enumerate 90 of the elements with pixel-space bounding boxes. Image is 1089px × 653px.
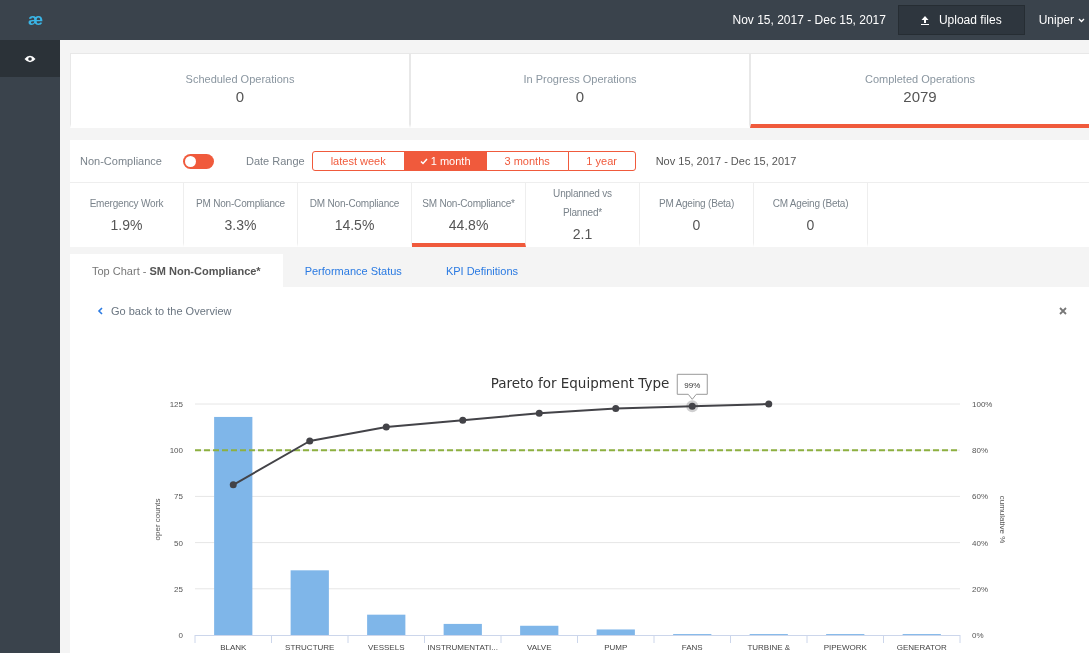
y-axis-tick: 0% xyxy=(972,631,984,640)
kpi-label: Emergency Work xyxy=(89,196,164,211)
line-point xyxy=(535,409,543,417)
kpi-label: PM Non-Compliance xyxy=(196,196,285,211)
chevron-left-icon xyxy=(97,307,103,315)
y-axis-label: cumulative % xyxy=(998,495,1007,544)
bar xyxy=(520,625,559,635)
x-axis-label: BLANK xyxy=(220,643,247,652)
non-compliance-toggle[interactable] xyxy=(182,153,214,169)
x-axis-label: GENERATOR xyxy=(896,643,947,652)
line-point xyxy=(765,400,773,408)
kpi-tile[interactable]: Unplanned vs Planned* 2.1 xyxy=(526,183,640,247)
x-axis-label: VESSELS xyxy=(368,643,405,652)
annotation: 99% xyxy=(684,381,701,391)
kpi-value: 44.8% xyxy=(448,216,489,233)
kpi-label: DM Non-Compliance xyxy=(309,196,400,211)
card-value: 0 xyxy=(235,88,245,105)
line-point xyxy=(306,437,314,445)
card-value: 0 xyxy=(575,88,585,105)
kpi-value: 3.3% xyxy=(224,216,257,233)
x-axis-label: FANS xyxy=(681,643,703,652)
x-axis-label: INSTRUMENTATI... xyxy=(427,643,498,652)
y-axis-tick: 100% xyxy=(972,400,993,409)
kpi-value: 1.9% xyxy=(110,216,143,233)
upload-icon xyxy=(920,15,929,25)
y-axis-tick: 50 xyxy=(174,538,183,548)
upload-files-button[interactable]: Upload files xyxy=(897,5,1025,35)
bar xyxy=(367,614,406,635)
kpi-tile[interactable]: SM Non-Compliance* 44.8% xyxy=(412,183,526,247)
bar xyxy=(290,570,329,635)
kpi-value: 2.1 xyxy=(572,226,593,242)
kpi-value: 0 xyxy=(806,216,815,233)
chart-title: Pareto for Equipment Type xyxy=(490,375,670,391)
chart-tab[interactable]: Top Chart - SM Non-Compliance* xyxy=(70,254,283,287)
y-axis-tick: 25 xyxy=(174,584,183,594)
chart-tab[interactable]: Performance Status xyxy=(282,254,424,287)
date-range-option[interactable]: latest week xyxy=(311,151,405,171)
kpi-label: Unplanned vs Planned* xyxy=(552,187,613,220)
kpi-value: 0 xyxy=(692,216,701,233)
x-axis-label: PIPEWORK xyxy=(823,643,867,652)
selected-date-range: Nov 15, 2017 - Dec 15, 2017 xyxy=(655,155,797,167)
y-axis-tick: 60% xyxy=(972,492,988,502)
card-value: 2079 xyxy=(903,88,937,105)
line-point xyxy=(382,423,390,431)
line-point xyxy=(612,405,620,413)
date-range-option[interactable]: 1 year xyxy=(567,151,636,171)
back-link[interactable]: Go back to the Overview xyxy=(97,305,232,317)
account-menu[interactable]: Uniper xyxy=(1034,13,1089,27)
caret-icon xyxy=(1078,17,1085,23)
kpi-label: PM Ageing (Beta) xyxy=(658,196,735,211)
kpi-value: 14.5% xyxy=(334,216,375,233)
date-range-label: Date Range xyxy=(245,155,305,167)
y-axis-tick: 80% xyxy=(972,446,988,456)
kpi-tile[interactable]: PM Ageing (Beta) 0 xyxy=(640,183,754,247)
date-range-option[interactable]: 3 months xyxy=(485,151,569,171)
card-label: Scheduled Operations xyxy=(185,73,295,85)
y-axis-tick: 125 xyxy=(169,400,183,409)
x-axis-label: PUMP xyxy=(604,643,628,652)
kpi-tile[interactable]: CM Ageing (Beta) 0 xyxy=(754,183,868,247)
date-range-text: Nov 15, 2017 - Dec 15, 2017 xyxy=(732,13,886,27)
card-label: Completed Operations xyxy=(864,73,976,85)
x-axis-label: VALVE xyxy=(526,643,552,652)
summary-card[interactable]: Completed Operations 2079 xyxy=(750,53,1089,128)
y-axis-tick: 40% xyxy=(972,538,988,548)
bar xyxy=(443,623,482,635)
x-axis-label: TURBINE & xyxy=(747,643,791,652)
line-point xyxy=(459,416,467,424)
y-axis-tick: 100 xyxy=(169,446,183,456)
chart-tab[interactable]: KPI Definitions xyxy=(423,254,541,287)
chart-tooltip: 99% xyxy=(676,373,708,400)
kpi-label: SM Non-Compliance* xyxy=(422,196,515,211)
y-axis-tick: 20% xyxy=(972,584,988,594)
check-icon xyxy=(419,157,428,165)
close-icon[interactable] xyxy=(1059,307,1067,315)
non-compliance-label: Non-Compliance xyxy=(80,155,162,167)
kpi-tile[interactable]: PM Non-Compliance 3.3% xyxy=(184,183,298,247)
kpi-label: CM Ageing (Beta) xyxy=(772,196,849,211)
app-logo[interactable]: æ xyxy=(28,10,44,30)
y-axis-tick: 0 xyxy=(178,631,183,640)
eye-icon xyxy=(24,54,36,63)
line-point xyxy=(229,481,237,489)
kpi-tile[interactable]: DM Non-Compliance 14.5% xyxy=(298,183,412,247)
y-axis-label: oper counts xyxy=(153,498,162,541)
bar xyxy=(596,629,635,635)
y-axis-tick: 75 xyxy=(174,492,183,502)
kpi-tile[interactable]: Emergency Work 1.9% xyxy=(70,183,184,247)
summary-card[interactable]: In Progress Operations 0 xyxy=(410,53,750,128)
summary-card[interactable]: Scheduled Operations 0 xyxy=(70,53,410,128)
x-axis-label: STRUCTURE xyxy=(285,643,335,652)
card-label: In Progress Operations xyxy=(523,73,637,85)
